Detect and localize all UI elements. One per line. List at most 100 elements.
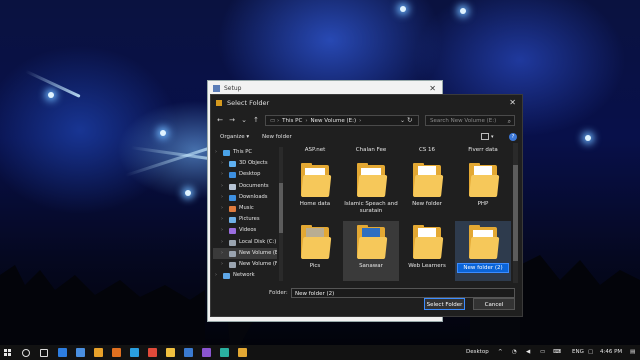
organize-menu-button[interactable]: Organize ▾ [220, 130, 249, 144]
content-scrollbar[interactable] [513, 143, 518, 283]
folder-item-label: CS 16 [418, 147, 436, 153]
nav-tree-item[interactable]: › New Volume (E:) [213, 247, 277, 259]
browser-icon[interactable] [94, 348, 103, 357]
nav-tree-item[interactable]: › Documents [213, 181, 277, 192]
nav-tree-label: This PC [233, 149, 252, 155]
volume-tray-icon[interactable]: ◀ [526, 345, 530, 360]
close-icon[interactable]: ✕ [509, 95, 516, 111]
mail-icon[interactable] [76, 348, 85, 357]
search-input[interactable]: Search New Volume (E:) ⌕ [425, 115, 515, 126]
nav-tree-item[interactable]: › New Volume (F:) [213, 259, 277, 270]
nav-tree-label: Pictures [239, 216, 260, 223]
task-view-icon[interactable] [40, 349, 48, 357]
folder-item[interactable]: New folder [399, 159, 455, 219]
rename-input[interactable]: New folder (2) [457, 263, 509, 273]
nav-tree-item[interactable]: › Pictures [213, 214, 277, 225]
folder-item[interactable]: PHP [455, 159, 511, 219]
terminal-icon[interactable] [184, 348, 193, 357]
language-indicator[interactable]: ENG [572, 345, 584, 360]
chevron-down-icon[interactable]: ▾ [491, 130, 494, 144]
help-icon[interactable]: ? [509, 133, 517, 141]
desktop-toolbar-label[interactable]: Desktop [466, 345, 489, 360]
network-icon [223, 273, 230, 280]
address-bar[interactable]: ▭ › This PC › New Volume (E:) › [265, 115, 419, 126]
nav-tree-item[interactable]: › This PC [213, 147, 277, 158]
view-options-icon[interactable] [481, 133, 489, 140]
up-arrow-icon[interactable]: ↑ [251, 115, 261, 126]
folder-name-input[interactable]: New folder (2) [291, 288, 515, 298]
nav-tree-item[interactable]: › Downloads [213, 192, 277, 203]
chevron-right-icon[interactable]: › [221, 237, 223, 248]
chevron-right-icon[interactable]: › [221, 192, 223, 203]
drive-icon [229, 262, 236, 268]
nav-tree-item[interactable]: › Desktop [213, 169, 277, 180]
select-folder-dialog: Select Folder ✕ ← → ⌄ ↑ ▭ › This PC › New V… [210, 94, 523, 317]
folder-item[interactable]: Web Learners [399, 221, 455, 281]
setup-title: Setup [224, 85, 242, 92]
folder-item[interactable]: Home data [287, 159, 343, 219]
chevron-right-icon[interactable]: › [215, 270, 217, 281]
nav-tree-label: Downloads [239, 193, 268, 200]
folder-item[interactable]: New folder (2) [455, 221, 511, 281]
file-explorer-icon[interactable] [166, 348, 175, 357]
visual-studio-icon[interactable] [202, 348, 211, 357]
breadcrumb-volume[interactable]: New Volume (E:) [311, 118, 357, 124]
recent-dropdown-icon[interactable]: ⌄ [239, 115, 249, 126]
document-icon [229, 183, 236, 190]
battery-tray-icon[interactable]: ▭ [540, 345, 545, 360]
chevron-right-icon[interactable]: › [215, 147, 217, 158]
nav-tree-item[interactable]: › Music [213, 203, 277, 214]
folder-item[interactable]: Pics [287, 221, 343, 281]
chevron-right-icon[interactable]: › [221, 225, 223, 236]
stage-light [185, 190, 191, 196]
dialog-titlebar: Select Folder ✕ [211, 95, 522, 111]
media-player-icon[interactable] [112, 348, 121, 357]
nav-tree-item[interactable]: › Network [213, 270, 277, 281]
nav-tree-label: Local Disk (C:) [239, 238, 277, 245]
chevron-right-icon[interactable]: › [221, 158, 223, 169]
nav-tree-item[interactable]: › 3D Objects [213, 158, 277, 169]
chevron-right-icon[interactable]: › [221, 181, 223, 192]
search-icon[interactable] [22, 349, 30, 357]
chevron-right-icon[interactable]: › [221, 169, 223, 180]
windows-start-icon[interactable] [4, 349, 11, 356]
folder-label: Folder: [269, 290, 288, 296]
folder-item[interactable]: ASP.net [287, 143, 343, 157]
stage-light [48, 92, 54, 98]
scrollbar-thumb[interactable] [513, 165, 518, 261]
cancel-button[interactable]: Cancel [473, 298, 515, 310]
chevron-right-icon[interactable]: › [221, 259, 223, 270]
folder-item[interactable]: Islamic Speach and suratain [343, 159, 399, 219]
new-folder-button[interactable]: New folder [262, 130, 292, 144]
folder-icon [357, 163, 388, 197]
action-center-icon[interactable]: ▢ [588, 345, 593, 360]
photos-icon[interactable] [220, 348, 229, 357]
chevron-right-icon[interactable]: › [221, 214, 223, 225]
scrollbar-thumb[interactable] [279, 183, 283, 233]
stage-light [400, 6, 406, 12]
nav-tree-item[interactable]: › Videos [213, 225, 277, 236]
folder-item[interactable]: Fiverr data [455, 143, 511, 157]
folder-item[interactable]: CS 16 [399, 143, 455, 157]
show-hidden-icons-icon[interactable]: ^ [498, 345, 503, 360]
back-arrow-icon[interactable]: ← [215, 115, 225, 126]
notifications-icon[interactable]: ▤ [630, 345, 635, 360]
select-folder-button[interactable]: Select Folder [424, 298, 465, 310]
store-icon[interactable] [58, 348, 67, 357]
nav-tree-item[interactable]: › Local Disk (C:) [213, 237, 277, 248]
clock[interactable]: 4:46 PM [600, 345, 622, 360]
folder-item[interactable]: Sanawar [343, 221, 399, 281]
network-tray-icon[interactable]: ◔ [512, 345, 517, 360]
forward-arrow-icon[interactable]: → [227, 115, 237, 126]
video-icon [229, 228, 236, 235]
refresh-icon[interactable]: ↻ [407, 115, 412, 126]
chrome-icon[interactable] [148, 348, 157, 357]
chevron-right-icon[interactable]: › [221, 248, 223, 259]
breadcrumb-this-pc[interactable]: This PC [282, 118, 302, 124]
folder-item[interactable]: Chalan Fee [343, 143, 399, 157]
folder-app-icon[interactable] [238, 348, 247, 357]
keyboard-tray-icon[interactable]: ⌨ [553, 345, 561, 360]
chevron-right-icon[interactable]: › [221, 203, 223, 214]
edge-icon[interactable] [130, 348, 139, 357]
navigation-scrollbar[interactable] [279, 147, 283, 281]
